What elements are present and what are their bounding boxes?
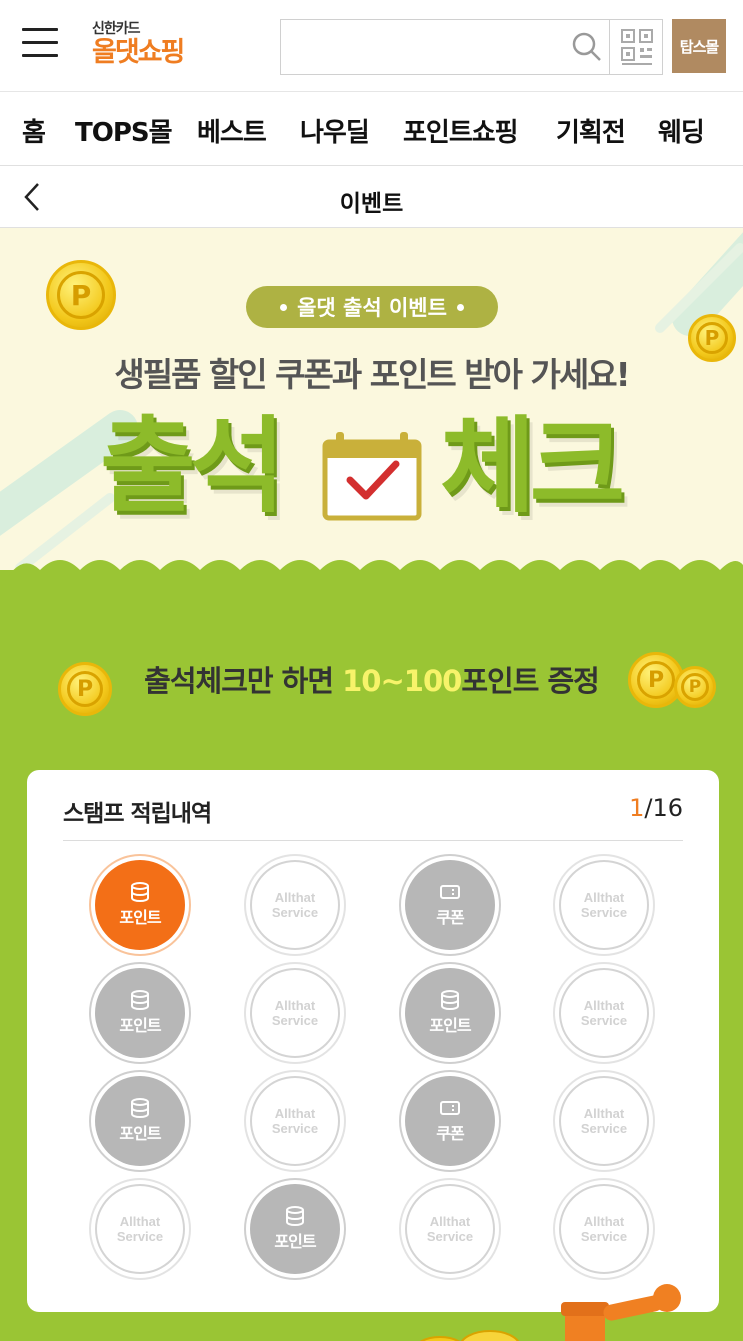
stamp-count: 1/16 (629, 794, 683, 822)
qr-code-icon (620, 29, 653, 65)
search-input[interactable] (281, 20, 571, 74)
event-banner: P P 올댓 출석 이벤트 생필품 할인 쿠폰과 포인트 받아 가세요! 출석 … (0, 228, 743, 588)
promo-text: 출석체크만 하면 10~100포인트 증정 (0, 658, 743, 700)
stamper-icon (561, 1284, 681, 1341)
nav-item-best[interactable]: 베스트 (197, 112, 267, 149)
logo-sub: 신한카드 (92, 21, 141, 37)
page-title: 이벤트 (339, 191, 404, 217)
service-line1: Allthat (274, 1106, 316, 1121)
service-line2: Service (580, 1229, 628, 1244)
banner-title-right: 체크 (440, 405, 625, 527)
stamp-point: 포인트 (95, 1076, 185, 1166)
coin-icon: P (46, 260, 116, 330)
service-line1: Allthat (429, 1214, 471, 1229)
service-line1: Allthat (583, 998, 625, 1013)
nav-item-home[interactable]: 홈 (22, 112, 46, 149)
qr-code-button[interactable] (609, 20, 663, 74)
stamp-point-active: 포인트 (95, 860, 185, 950)
event-pill: 올댓 출석 이벤트 (246, 286, 498, 328)
stamp-label: 쿠폰 (436, 908, 464, 927)
service-line2: Service (116, 1229, 164, 1244)
nav-item-point-shopping[interactable]: 포인트쇼핑 (403, 112, 519, 149)
service-line2: Service (271, 1013, 319, 1028)
scallop-edge (0, 560, 743, 590)
stamp-service: Allthat Service (559, 1076, 649, 1166)
stamp-service: Allthat Service (559, 1184, 649, 1274)
coupon-icon (440, 1101, 460, 1115)
stamp-service: Allthat Service (95, 1184, 185, 1274)
promo-highlight: 10~100 (342, 664, 462, 698)
stamp-label: 포인트 (119, 1124, 161, 1143)
coin-stack-icon (131, 1098, 149, 1118)
stamp-service: Allthat Service (250, 1076, 340, 1166)
stamp-count-current: 1 (629, 794, 645, 822)
service-line2: Service (271, 1121, 319, 1136)
service-line2: Service (580, 905, 628, 920)
service-line2: Service (271, 905, 319, 920)
logo-main: 올댓쇼핑 (92, 37, 185, 68)
coupon-icon (440, 885, 460, 899)
category-nav: 홈 TOPS몰 베스트 나우딜 포인트쇼핑 기획전 웨딩 (0, 92, 743, 166)
coin-stack-icon (131, 882, 149, 902)
service-line2: Service (426, 1229, 474, 1244)
stamp-label: 포인트 (274, 1232, 316, 1251)
coin-letter: P (57, 271, 105, 319)
service-line2: Service (580, 1121, 628, 1136)
logo[interactable]: 신한카드 올댓쇼핑 (92, 18, 185, 68)
stamp-label: 쿠폰 (436, 1124, 464, 1143)
app-header: 신한카드 올댓쇼핑 탑스몰 (0, 0, 743, 92)
page-titlebar: 이벤트 (0, 166, 743, 228)
service-line1: Allthat (119, 1214, 161, 1229)
stamp-service: Allthat Service (250, 968, 340, 1058)
stamp-service: Allthat Service (559, 860, 649, 950)
stamp-card: 스탬프 적립내역 1/16 포인트 Allthat Service 쿠폰 Allthat… (27, 770, 719, 1312)
service-line1: Allthat (583, 1214, 625, 1229)
event-pill-label: 올댓 출석 이벤트 (297, 296, 447, 320)
stamp-count-total: /16 (644, 794, 683, 822)
coin-pile-icon (419, 1330, 520, 1341)
stamp-coupon: 쿠폰 (405, 860, 495, 950)
promo-prefix: 출석체크만 하면 (144, 664, 343, 698)
stamp-point: 포인트 (95, 968, 185, 1058)
event-body: P P P 출석체크만 하면 10~100포인트 증정 스탬프 적립내역 1/1… (0, 560, 743, 1341)
stamp-card-title: 스탬프 적립내역 (63, 801, 212, 827)
service-line1: Allthat (583, 1106, 625, 1121)
stamp-label: 포인트 (119, 908, 161, 927)
service-line1: Allthat (274, 998, 316, 1013)
coin-stack-icon (286, 1206, 304, 1226)
nav-item-nowdeal[interactable]: 나우딜 (300, 112, 370, 149)
stamp-label: 포인트 (119, 1016, 161, 1035)
divider (63, 840, 683, 841)
banner-headline: 생필품 할인 쿠폰과 포인트 받아 가세요! (114, 355, 630, 394)
nav-item-tops[interactable]: TOPS몰 (75, 112, 173, 149)
stamp-service: Allthat Service (405, 1184, 495, 1274)
stamp-point: 포인트 (250, 1184, 340, 1274)
service-line1: Allthat (583, 890, 625, 905)
nav-item-wedding[interactable]: 웨딩 (658, 112, 705, 149)
service-line2: Service (580, 1013, 628, 1028)
stamp-service: Allthat Service (250, 860, 340, 950)
tops-mall-button[interactable]: 탑스몰 (672, 19, 726, 73)
calendar-check-icon (322, 432, 422, 521)
nav-item-exhibition[interactable]: 기획전 (556, 112, 626, 149)
stamp-coupon: 쿠폰 (405, 1076, 495, 1166)
promo-suffix: 포인트 증정 (461, 664, 599, 698)
stamp-label: 포인트 (429, 1016, 471, 1035)
coin-stack-icon (441, 990, 459, 1010)
menu-icon[interactable] (22, 28, 58, 60)
banner-title-left: 출석 (100, 405, 285, 527)
search-icon[interactable] (571, 31, 603, 63)
search-box (280, 19, 663, 75)
service-line1: Allthat (274, 890, 316, 905)
coin-stack-icon (131, 990, 149, 1010)
stamp-service: Allthat Service (559, 968, 649, 1058)
stamp-point: 포인트 (405, 968, 495, 1058)
